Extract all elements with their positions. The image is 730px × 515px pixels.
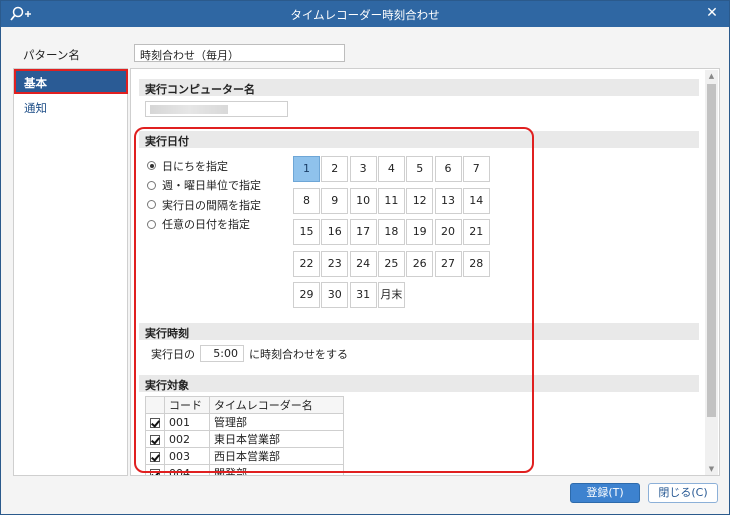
- row-checkbox[interactable]: [150, 417, 160, 428]
- pattern-name-input[interactable]: 時刻合わせ（毎月）: [134, 44, 345, 62]
- row-name: 東日本営業部: [209, 430, 344, 448]
- computer-name-field[interactable]: [145, 101, 288, 117]
- section-time-title: 実行時刻: [139, 323, 699, 340]
- day-button[interactable]: 4: [377, 156, 405, 182]
- masked-value: [150, 105, 228, 114]
- row-checkbox[interactable]: [150, 451, 160, 462]
- close-button[interactable]: 閉じる(C): [648, 483, 718, 503]
- day-button[interactable]: 26: [406, 250, 434, 277]
- title-bar: タイムレコーダー時刻合わせ ✕: [1, 1, 729, 27]
- table-row[interactable]: 001 管理部: [145, 413, 344, 431]
- recorder-table: コード タイムレコーダー名 001 管理部 002 東日本営業部 003 西日本…: [145, 396, 344, 475]
- table-header-code: コード: [164, 396, 210, 414]
- day-button[interactable]: 13: [434, 187, 462, 214]
- row-checkbox-cell: [145, 430, 165, 448]
- day-button[interactable]: 24: [349, 250, 377, 277]
- row-checkbox[interactable]: [150, 468, 160, 475]
- section-date-title: 実行日付: [139, 131, 699, 148]
- day-button[interactable]: 16: [321, 219, 349, 245]
- sidebar-item-notify[interactable]: 通知: [16, 96, 126, 117]
- day-button[interactable]: 25: [377, 250, 405, 277]
- radio-specify-day[interactable]: 日にちを指定: [147, 156, 261, 176]
- day-button[interactable]: 10: [349, 187, 377, 214]
- row-code: 003: [164, 447, 210, 465]
- table-row[interactable]: 003 西日本営業部: [145, 447, 344, 465]
- section-computer-title: 実行コンピューター名: [139, 79, 699, 96]
- pattern-name-label: パターン名: [23, 48, 80, 62]
- time-row: 実行日の 5:00 に時刻合わせをする: [151, 345, 348, 362]
- day-button[interactable]: 8: [293, 187, 320, 214]
- settings-panel: 実行コンピューター名 実行日付 日にちを指定 週・曜日単位で指定 実行日の間隔を…: [130, 68, 720, 476]
- table-row[interactable]: 002 東日本営業部: [145, 430, 344, 448]
- day-button[interactable]: 月末: [377, 282, 405, 308]
- day-button[interactable]: 23: [321, 250, 349, 277]
- day-button[interactable]: 9: [321, 187, 349, 214]
- day-button[interactable]: 3: [349, 156, 377, 182]
- day-button[interactable]: 29: [293, 282, 320, 308]
- day-button[interactable]: 15: [293, 219, 320, 245]
- radio-arbitrary-date[interactable]: 任意の日付を指定: [147, 215, 261, 235]
- vertical-scrollbar[interactable]: ▲ ▼: [705, 70, 718, 475]
- radio-dot: [147, 200, 156, 210]
- day-button[interactable]: 20: [434, 219, 462, 245]
- row-name: 開発部: [209, 464, 344, 475]
- day-button[interactable]: 14: [462, 187, 490, 214]
- radio-label: 日にちを指定: [162, 159, 228, 173]
- radio-dot: [147, 161, 156, 171]
- row-code: 001: [164, 413, 210, 431]
- day-button[interactable]: 12: [406, 187, 434, 214]
- radio-dot: [147, 219, 156, 229]
- radio-label: 任意の日付を指定: [162, 218, 250, 232]
- row-name: 管理部: [209, 413, 344, 431]
- window-title: タイムレコーダー時刻合わせ: [290, 8, 440, 22]
- day-button[interactable]: 1: [293, 156, 320, 182]
- radio-week-day[interactable]: 週・曜日単位で指定: [147, 176, 261, 196]
- day-button[interactable]: 5: [406, 156, 434, 182]
- radio-dot: [147, 180, 156, 190]
- day-button[interactable]: 6: [434, 156, 462, 182]
- table-header-row: コード タイムレコーダー名: [145, 396, 344, 414]
- table-header-check: [145, 396, 165, 414]
- row-checkbox-cell: [145, 447, 165, 465]
- register-button[interactable]: 登録(T): [570, 483, 640, 503]
- day-button[interactable]: 28: [462, 250, 490, 277]
- radio-label: 週・曜日単位で指定: [162, 179, 261, 193]
- day-button[interactable]: 11: [377, 187, 405, 214]
- row-checkbox-cell: [145, 464, 165, 475]
- section-target-title: 実行対象: [139, 375, 699, 392]
- scroll-thumb[interactable]: [707, 84, 716, 417]
- sidebar: 基本 通知: [13, 68, 128, 476]
- day-button[interactable]: 30: [321, 282, 349, 308]
- radio-interval[interactable]: 実行日の間隔を指定: [147, 195, 261, 215]
- dialog-window: タイムレコーダー時刻合わせ ✕ パターン名 時刻合わせ（毎月） 基本 通知 実行…: [0, 0, 730, 515]
- day-button[interactable]: 21: [462, 219, 490, 245]
- sidebar-item-basic[interactable]: 基本: [14, 69, 128, 94]
- close-icon[interactable]: ✕: [703, 4, 721, 22]
- row-name: 西日本営業部: [209, 447, 344, 465]
- time-suffix-label: に時刻合わせをする: [249, 347, 348, 361]
- date-option-group: 日にちを指定 週・曜日単位で指定 実行日の間隔を指定 任意の日付を指定: [147, 156, 261, 234]
- day-button[interactable]: 17: [349, 219, 377, 245]
- day-button[interactable]: 19: [406, 219, 434, 245]
- time-input[interactable]: 5:00: [200, 345, 244, 362]
- row-code: 002: [164, 430, 210, 448]
- day-button[interactable]: 27: [434, 250, 462, 277]
- scroll-up-icon[interactable]: ▲: [705, 70, 718, 82]
- radio-label: 実行日の間隔を指定: [162, 198, 261, 212]
- scroll-down-icon[interactable]: ▼: [705, 463, 718, 475]
- day-button[interactable]: 2: [321, 156, 349, 182]
- row-code: 004: [164, 464, 210, 475]
- day-button[interactable]: 22: [293, 250, 320, 277]
- day-button[interactable]: 18: [377, 219, 405, 245]
- table-row[interactable]: 004 開発部: [145, 464, 344, 475]
- time-prefix-label: 実行日の: [151, 347, 195, 361]
- day-button[interactable]: 7: [462, 156, 490, 182]
- row-checkbox-cell: [145, 413, 165, 431]
- row-checkbox[interactable]: [150, 434, 160, 445]
- day-button[interactable]: 31: [349, 282, 377, 308]
- table-header-name: タイムレコーダー名: [209, 396, 344, 414]
